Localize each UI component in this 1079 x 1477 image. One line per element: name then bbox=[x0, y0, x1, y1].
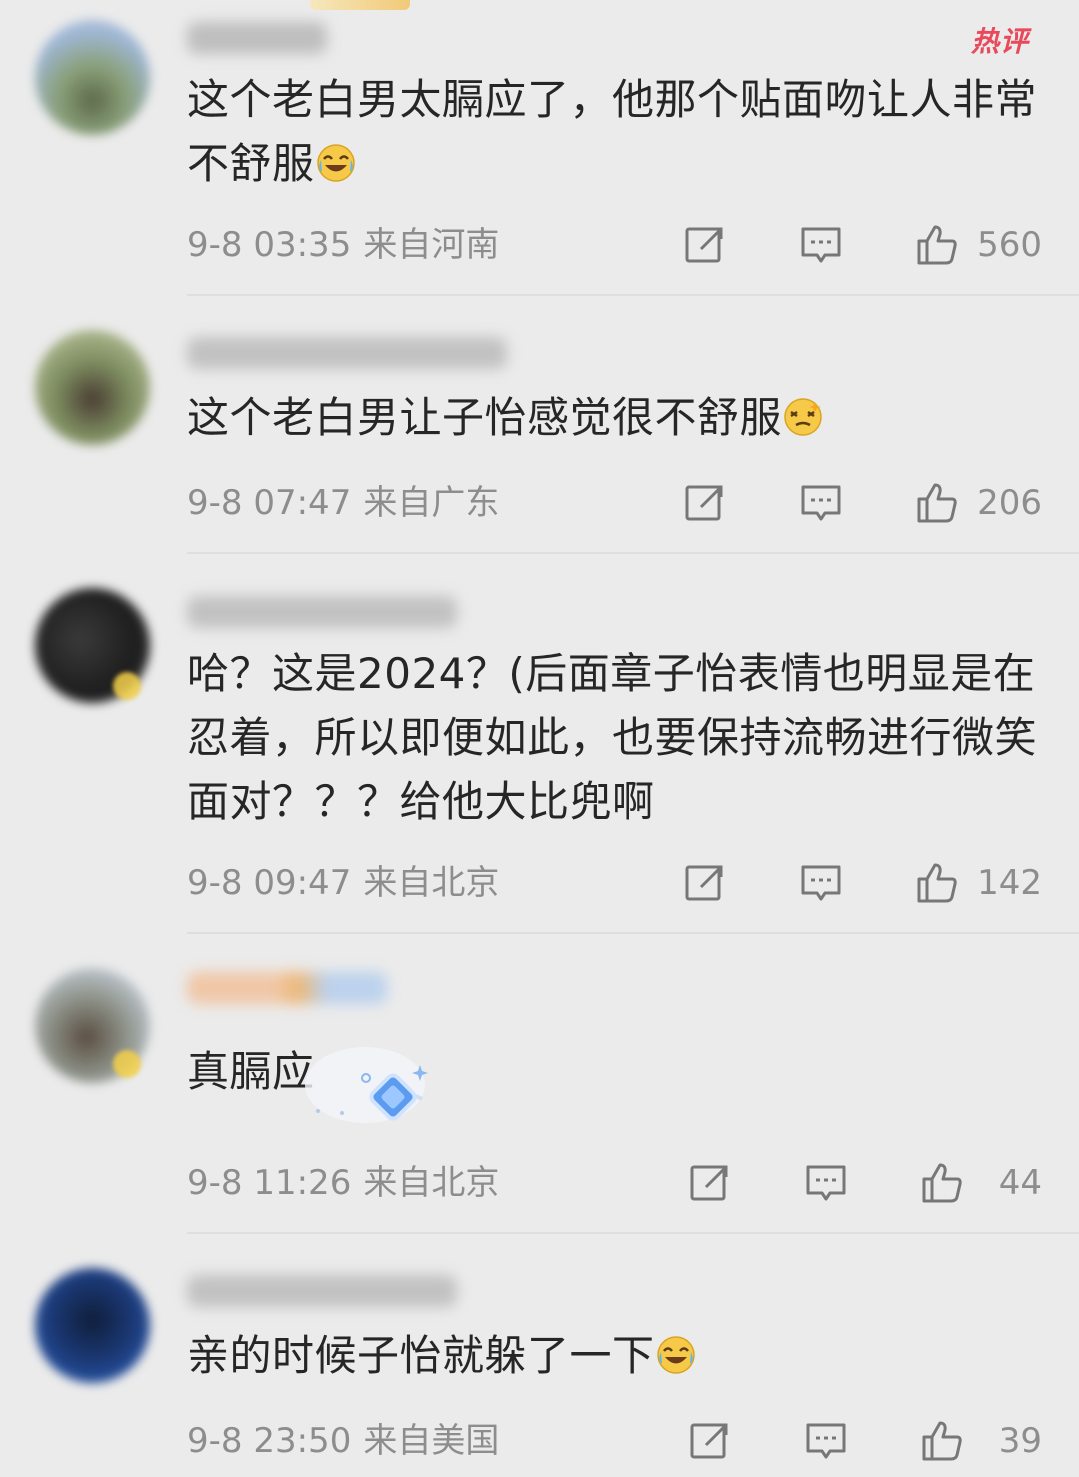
comment-location: 来自广东 bbox=[363, 483, 500, 523]
comment-location: 来自河南 bbox=[363, 225, 500, 265]
divider bbox=[187, 552, 1079, 554]
like-count: 560 bbox=[977, 225, 1042, 265]
comment-time: 9-8 11:26 bbox=[187, 1163, 352, 1203]
like-count: 206 bbox=[977, 483, 1042, 523]
like-count: 44 bbox=[998, 1163, 1042, 1203]
thumbs-up-icon[interactable] bbox=[915, 481, 959, 525]
divider bbox=[187, 294, 1079, 296]
comment-text: 哈？这是2024？(后面章子怡表情也明显是在忍着，所以即便如此，也要保持流畅进行… bbox=[187, 642, 1047, 834]
avatar[interactable] bbox=[35, 20, 150, 135]
laughing-crying-emoji-icon bbox=[316, 144, 355, 182]
comment-location: 来自北京 bbox=[363, 1163, 500, 1203]
share-icon[interactable] bbox=[688, 1161, 732, 1205]
comment-actions: 44 bbox=[688, 1159, 1042, 1207]
comment-meta: 9-8 03:35 来自河南 bbox=[187, 223, 499, 267]
comment-location: 来自北京 bbox=[363, 863, 500, 903]
comment-time: 9-8 03:35 bbox=[187, 225, 352, 265]
dizzy-face-emoji-icon bbox=[784, 398, 822, 436]
username[interactable] bbox=[187, 337, 507, 369]
comment-location: 来自美国 bbox=[363, 1421, 500, 1461]
comment-icon[interactable] bbox=[804, 1161, 848, 1205]
comment-text-content: 亲的时候子怡就躲了一下 bbox=[187, 1331, 655, 1380]
comment-text: 这个老白男太膈应了，他那个贴面吻让人非常不舒服 bbox=[187, 68, 1047, 196]
avatar[interactable] bbox=[35, 330, 150, 445]
comment-meta: 9-8 23:50 来自美国 bbox=[187, 1419, 499, 1463]
hot-comment-badge: 热评 bbox=[970, 25, 1029, 58]
thumbs-up-icon[interactable] bbox=[915, 223, 959, 267]
share-icon[interactable] bbox=[683, 861, 727, 905]
comment-meta: 9-8 07:47 来自广东 bbox=[187, 481, 499, 525]
comment-text-content: 真膈应 bbox=[187, 1047, 315, 1096]
comment-icon[interactable] bbox=[804, 1419, 848, 1463]
comment-time: 9-8 09:47 bbox=[187, 863, 352, 903]
comment-text-content: 哈？这是2024？(后面章子怡表情也明显是在忍着，所以即便如此，也要保持流畅进行… bbox=[187, 649, 1038, 826]
comment-icon[interactable] bbox=[799, 223, 843, 267]
top-highlight-bar bbox=[310, 0, 410, 10]
comment-icon[interactable] bbox=[799, 481, 843, 525]
divider bbox=[187, 1232, 1079, 1234]
comment-time: 9-8 23:50 bbox=[187, 1421, 352, 1461]
share-icon[interactable] bbox=[683, 481, 727, 525]
avatar[interactable] bbox=[35, 1268, 150, 1383]
username[interactable] bbox=[187, 972, 387, 1004]
comment-text: 这个老白男让子怡感觉很不舒服 bbox=[187, 386, 1047, 450]
username[interactable] bbox=[187, 22, 327, 54]
comment-text: 亲的时候子怡就躲了一下 bbox=[187, 1324, 1047, 1388]
comment-actions: 39 bbox=[688, 1417, 1042, 1465]
thumbs-up-icon[interactable] bbox=[920, 1419, 964, 1463]
comment-icon[interactable] bbox=[799, 861, 843, 905]
share-icon[interactable] bbox=[688, 1419, 732, 1463]
comment-meta: 9-8 11:26 来自北京 bbox=[187, 1161, 499, 1205]
comment-time: 9-8 07:47 bbox=[187, 483, 352, 523]
comment-meta: 9-8 09:47 来自北京 bbox=[187, 861, 499, 905]
username[interactable] bbox=[187, 1275, 457, 1307]
like-count: 39 bbox=[998, 1421, 1042, 1461]
verified-badge-icon bbox=[113, 1050, 141, 1078]
thumbs-up-icon[interactable] bbox=[915, 861, 959, 905]
comment-actions: 206 bbox=[683, 479, 1042, 527]
diamond-sticker-icon bbox=[305, 1047, 428, 1123]
comment-actions: 560 bbox=[683, 221, 1042, 269]
comment-actions: 142 bbox=[683, 859, 1042, 907]
thumbs-up-icon[interactable] bbox=[920, 1161, 964, 1205]
verified-badge-icon bbox=[113, 672, 141, 700]
like-count: 142 bbox=[977, 863, 1042, 903]
laughing-crying-emoji-icon bbox=[656, 1336, 695, 1374]
username[interactable] bbox=[187, 596, 457, 628]
divider bbox=[187, 932, 1079, 934]
share-icon[interactable] bbox=[683, 223, 727, 267]
comment-text-content: 这个老白男让子怡感觉很不舒服 bbox=[187, 393, 783, 442]
